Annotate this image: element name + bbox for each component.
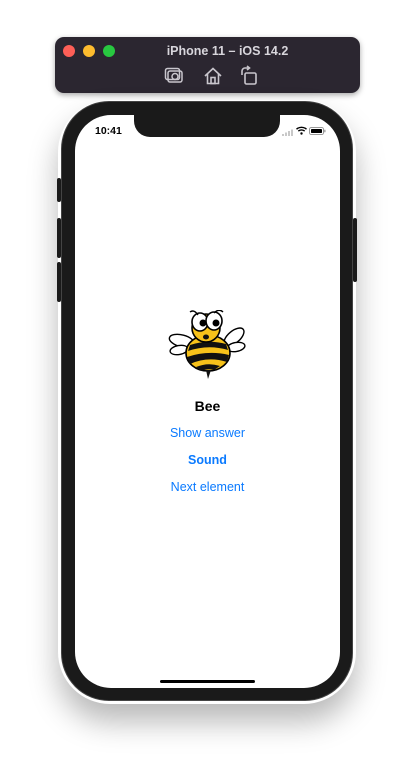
home-icon[interactable]	[202, 65, 224, 87]
wifi-icon	[296, 126, 307, 135]
notch	[134, 115, 280, 137]
home-indicator[interactable]	[160, 680, 255, 683]
rotate-icon[interactable]	[238, 65, 260, 87]
flashcard: Bee Show answer Sound Next element	[75, 310, 340, 494]
volume-down-button[interactable]	[57, 262, 61, 302]
bee-illustration	[168, 310, 246, 379]
simulator-toolbar: iPhone 11 – iOS 14.2	[55, 37, 360, 93]
word-label: Bee	[194, 398, 221, 414]
status-indicators	[282, 126, 326, 136]
device-screen: 10:41 Bee Show answer Sound Next element	[75, 115, 340, 688]
power-button[interactable]	[353, 218, 357, 282]
screenshot-icon[interactable]	[163, 65, 185, 87]
simulator-window: iPhone 11 – iOS 14.2 10:41 Bee Show answ…	[0, 0, 415, 776]
simulator-title: iPhone 11 – iOS 14.2	[166, 44, 289, 58]
simulator-tools	[55, 65, 360, 87]
sound-button[interactable]: Sound	[75, 453, 340, 467]
battery-icon	[309, 127, 326, 135]
cellular-signal-icon	[282, 129, 293, 136]
status-time: 10:41	[95, 125, 122, 137]
mute-switch[interactable]	[57, 178, 61, 202]
next-element-button[interactable]: Next element	[75, 480, 340, 494]
volume-up-button[interactable]	[57, 218, 61, 258]
show-answer-button[interactable]: Show answer	[75, 426, 340, 440]
